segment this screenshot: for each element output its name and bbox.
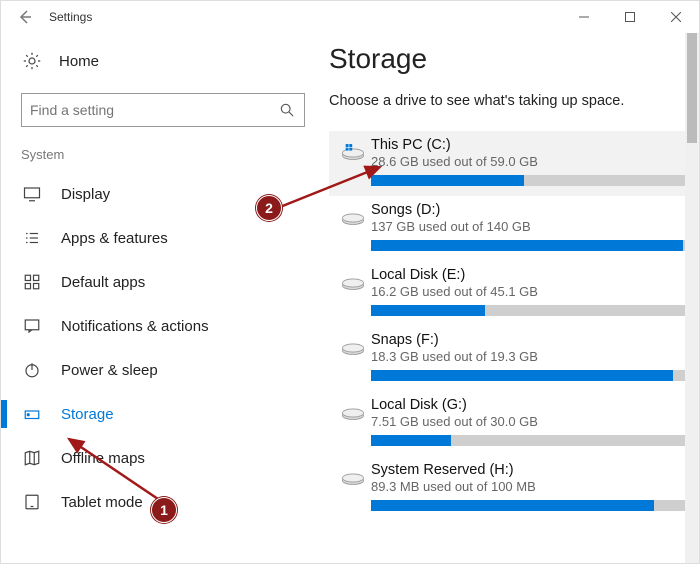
drive-icon [335, 397, 371, 446]
home-link[interactable]: Home [21, 43, 305, 79]
drive-item[interactable]: Snaps (F:) 18.3 GB used out of 19.3 GB [329, 326, 695, 391]
sidebar-item-label: Display [61, 186, 110, 203]
drive-usage: 28.6 GB used out of 59.0 GB [371, 154, 689, 169]
sidebar-item-label: Offline maps [61, 450, 145, 467]
drive-usage: 89.3 MB used out of 100 MB [371, 479, 689, 494]
sidebar-item-notifications[interactable]: Notifications & actions [21, 304, 305, 348]
display-icon [21, 183, 43, 205]
drive-item[interactable]: This PC (C:) 28.6 GB used out of 59.0 GB [329, 131, 695, 196]
drive-name: Songs (D:) [371, 202, 689, 218]
notifications-icon [21, 315, 43, 337]
sidebar-item-label: Power & sleep [61, 362, 158, 379]
drive-item[interactable]: Local Disk (E:) 16.2 GB used out of 45.1… [329, 261, 695, 326]
usage-bar [371, 175, 689, 186]
storage-icon [21, 403, 43, 425]
drive-name: Local Disk (E:) [371, 267, 689, 283]
page-subtitle: Choose a drive to see what's taking up s… [329, 93, 695, 109]
window-title: Settings [49, 10, 92, 24]
search-icon [278, 101, 296, 119]
group-header-system: System [21, 147, 305, 162]
drive-name: This PC (C:) [371, 137, 689, 153]
drive-name: Local Disk (G:) [371, 397, 689, 413]
main-panel: Storage Choose a drive to see what's tak… [321, 33, 699, 563]
drive-icon [335, 202, 371, 251]
drive-usage: 16.2 GB used out of 45.1 GB [371, 284, 689, 299]
drive-item[interactable]: Local Disk (G:) 7.51 GB used out of 30.0… [329, 391, 695, 456]
tablet-icon [21, 491, 43, 513]
map-icon [21, 447, 43, 469]
back-button[interactable] [9, 1, 41, 33]
sidebar-item-label: Default apps [61, 274, 145, 291]
drive-icon [335, 137, 371, 186]
close-button[interactable] [653, 1, 699, 33]
annotation-badge-2: 2 [256, 195, 282, 221]
drive-name: System Reserved (H:) [371, 462, 689, 478]
power-icon [21, 359, 43, 381]
usage-bar [371, 500, 689, 511]
search-input[interactable] [30, 102, 278, 118]
scrollbar-thumb[interactable] [687, 33, 697, 143]
sidebar-item-default-apps[interactable]: Default apps [21, 260, 305, 304]
home-label: Home [59, 53, 99, 70]
page-title: Storage [329, 43, 695, 75]
usage-bar [371, 240, 689, 251]
drive-usage: 7.51 GB used out of 30.0 GB [371, 414, 689, 429]
drive-item[interactable]: System Reserved (H:) 89.3 MB used out of… [329, 456, 695, 521]
gear-icon [21, 50, 43, 72]
sidebar-item-label: Storage [61, 406, 114, 423]
sidebar: Home System Display Apps & features Defa… [1, 33, 321, 563]
drive-icon [335, 267, 371, 316]
drive-icon [335, 462, 371, 511]
usage-bar [371, 305, 689, 316]
drive-item[interactable]: Songs (D:) 137 GB used out of 140 GB [329, 196, 695, 261]
sidebar-item-label: Tablet mode [61, 494, 143, 511]
window-controls [561, 1, 699, 33]
sidebar-item-label: Notifications & actions [61, 318, 209, 335]
sidebar-item-power[interactable]: Power & sleep [21, 348, 305, 392]
maximize-button[interactable] [607, 1, 653, 33]
list-icon [21, 227, 43, 249]
search-box[interactable] [21, 93, 305, 127]
sidebar-item-apps[interactable]: Apps & features [21, 216, 305, 260]
drive-list: This PC (C:) 28.6 GB used out of 59.0 GB… [329, 131, 695, 521]
usage-bar [371, 370, 689, 381]
sidebar-item-label: Apps & features [61, 230, 168, 247]
drive-name: Snaps (F:) [371, 332, 689, 348]
usage-bar [371, 435, 689, 446]
sidebar-item-storage[interactable]: Storage [21, 392, 305, 436]
defaults-icon [21, 271, 43, 293]
minimize-button[interactable] [561, 1, 607, 33]
drive-icon [335, 332, 371, 381]
titlebar: Settings [1, 1, 699, 33]
sidebar-item-offline-maps[interactable]: Offline maps [21, 436, 305, 480]
vertical-scrollbar[interactable] [685, 33, 699, 563]
drive-usage: 137 GB used out of 140 GB [371, 219, 689, 234]
drive-usage: 18.3 GB used out of 19.3 GB [371, 349, 689, 364]
annotation-badge-1: 1 [151, 497, 177, 523]
